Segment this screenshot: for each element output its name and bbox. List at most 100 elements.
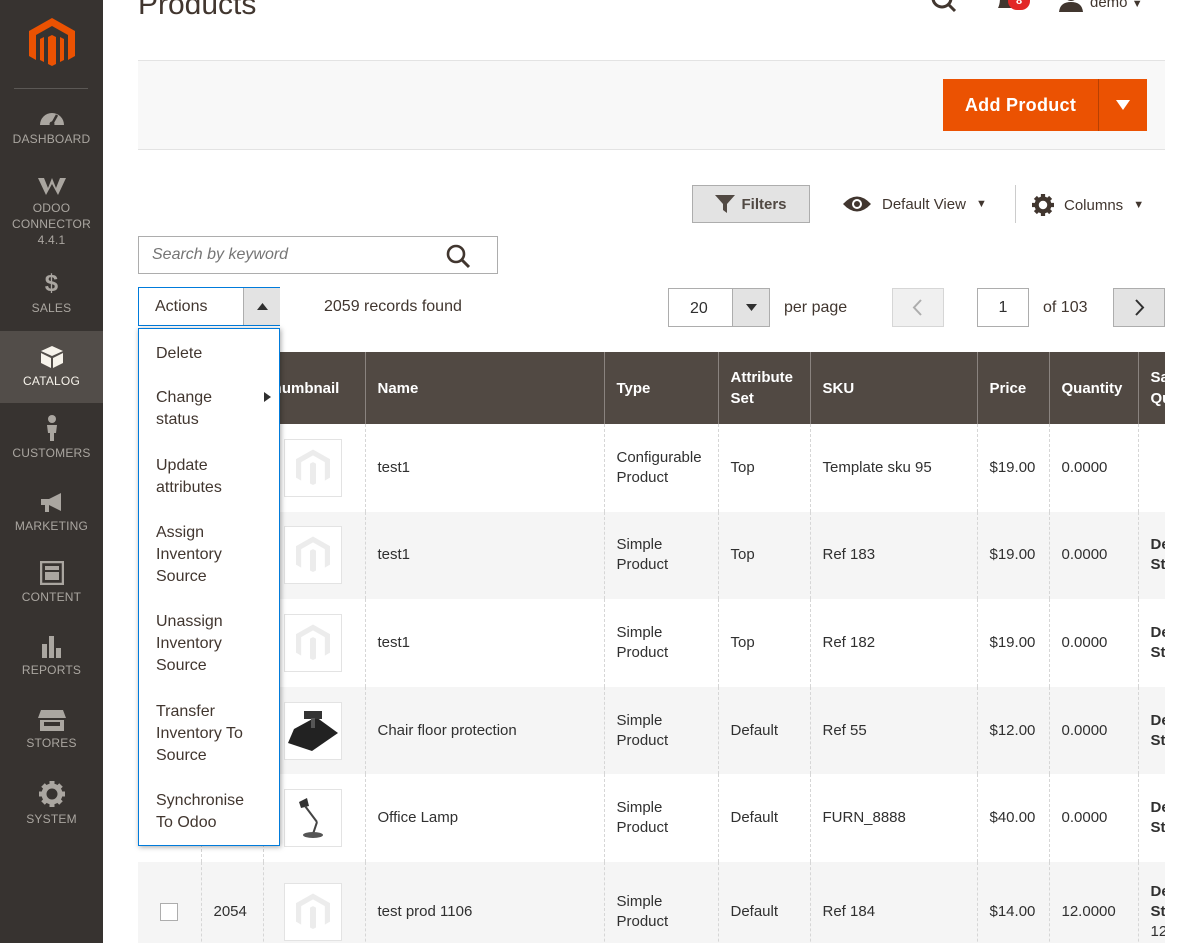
cell-quantity: 0.0000 (1049, 686, 1139, 775)
placeholder-image-icon (295, 536, 330, 573)
col-header-attribute-set[interactable]: Attribute Set (718, 352, 811, 424)
col-header-price[interactable]: Price (977, 352, 1050, 424)
cell-name: test1 (365, 599, 605, 687)
action-transfer-inventory-to-source[interactable]: Transfer Inventory To Source (156, 701, 271, 767)
add-product-button[interactable]: Add Product (943, 79, 1098, 131)
user-avatar-icon[interactable] (1058, 0, 1084, 12)
sidebar-item-label-line: 4.4.1 (37, 233, 66, 247)
action-label: To Odoo (156, 814, 217, 831)
table-row[interactable]: test1 Simple Product Top Ref 183 $19.00 0.0000… (138, 511, 1165, 600)
sidebar-item-customers[interactable]: CUSTOMERS (0, 415, 103, 461)
cell-name: Chair floor protection (365, 686, 605, 775)
placeholder-image-icon (295, 893, 330, 929)
table-row[interactable]: 2054 test prod 1106 Simple Product Default Re… (138, 861, 1166, 943)
chevron-down-icon: ▼ (1133, 199, 1145, 211)
table-row[interactable]: Chair floor protection Simple Product Defau… (138, 686, 1166, 775)
col-header-type[interactable]: Type (604, 352, 719, 424)
col-header-salable-quantity[interactable]: Sa Qu (1138, 352, 1165, 424)
current-page-input[interactable]: 1 (977, 288, 1029, 327)
cell-quantity: 0.0000 (1049, 511, 1139, 600)
product-thumbnail[interactable] (283, 882, 342, 941)
cell-sku: Ref 55 (810, 686, 978, 775)
sidebar-divider (14, 88, 88, 89)
col-header-sku[interactable]: SKU (810, 352, 978, 424)
salable-line: De (1150, 882, 1166, 900)
sidebar-item-catalog[interactable]: CATALOG (0, 331, 103, 403)
action-update-attributes[interactable]: Update attributes (156, 455, 271, 499)
mass-actions-select[interactable]: Actions (138, 287, 280, 326)
placeholder-image-icon (295, 624, 330, 660)
sidebar-item-marketing[interactable]: MARKETING (0, 492, 103, 534)
product-thumbnail[interactable] (283, 526, 342, 585)
action-label: attributes (156, 479, 222, 496)
type-line: Simple (616, 711, 663, 729)
user-menu[interactable]: demo ▼ (1090, 0, 1143, 11)
previous-page-button[interactable] (892, 288, 944, 327)
cell-price: $14.00 (977, 861, 1050, 943)
sidebar-item-sales[interactable]: $ SALES (0, 272, 103, 316)
megaphone-icon (40, 493, 61, 512)
odoo-icon (37, 178, 66, 195)
action-label: Synchronise (156, 792, 245, 809)
cell-attribute-set: Top (718, 599, 811, 687)
table-row[interactable]: test1 Simple Product Top Ref 182 $19.00 0.0000… (138, 599, 1165, 687)
notifications-count-badge[interactable]: 8 (1008, 0, 1030, 10)
cell-quantity: 0.0000 (1049, 774, 1139, 862)
product-thumbnail[interactable] (283, 613, 342, 672)
filters-button[interactable]: Filters (692, 185, 810, 223)
row-select-checkbox[interactable] (160, 902, 178, 921)
next-page-button[interactable] (1113, 288, 1165, 327)
action-synchronise-to-odoo[interactable]: Synchronise To Odoo (156, 790, 271, 834)
search-icon[interactable] (445, 243, 473, 269)
salable-line: De (1150, 711, 1166, 729)
keyword-search-input[interactable] (139, 237, 439, 273)
sidebar-item-reports[interactable]: REPORTS (0, 634, 103, 678)
chevron-down-icon: ▼ (975, 198, 987, 210)
cell-thumbnail[interactable] (263, 861, 366, 943)
table-row[interactable]: Office Lamp Simple Product Default FURN_8888… (138, 774, 1165, 862)
product-thumbnail[interactable] (283, 701, 342, 760)
mass-actions-toggle[interactable] (243, 288, 280, 325)
cell-salable-quantity: De St (1138, 599, 1165, 687)
action-delete[interactable]: Delete (156, 343, 271, 365)
sidebar-item-label: STORES (26, 736, 77, 750)
type-line: Simple (616, 536, 663, 554)
sidebar-item-system[interactable]: SYSTEM (0, 781, 103, 827)
col-header-name[interactable]: Name (365, 352, 605, 424)
action-change-status[interactable]: Change status (156, 387, 271, 431)
view-switcher[interactable]: Default View ▼ (842, 195, 987, 213)
product-thumbnail[interactable] (283, 438, 342, 497)
sidebar-item-label-line: CONNECTOR (12, 217, 91, 231)
cell-name: test1 (365, 511, 605, 600)
action-label: Inventory To (156, 725, 243, 742)
page-title: Products (138, 0, 257, 21)
type-line: Product (616, 468, 669, 486)
sidebar-item-content[interactable]: CONTENT (0, 561, 103, 605)
action-label: Inventory (156, 635, 222, 652)
global-search-icon[interactable] (930, 0, 958, 16)
action-label: Source (156, 568, 207, 585)
add-product-options-toggle[interactable] (1098, 79, 1147, 131)
sidebar-item-odoo-connector[interactable]: ODOO CONNECTOR 4.4.1 (0, 176, 103, 248)
per-page-toggle[interactable] (732, 289, 769, 326)
per-page-select[interactable]: 20 (668, 288, 770, 327)
view-label: Default View (882, 195, 966, 213)
product-thumbnail[interactable] (283, 789, 342, 848)
cell-sku: FURN_8888 (810, 774, 978, 862)
action-unassign-inventory-source[interactable]: Unassign Inventory Source (156, 611, 271, 677)
action-assign-inventory-source[interactable]: Assign Inventory Source (156, 522, 271, 588)
cell-salable-quantity: De St (1138, 511, 1165, 600)
cell-price: $12.00 (977, 686, 1050, 775)
columns-button[interactable]: Columns ▼ (1032, 194, 1144, 216)
type-line: Product (616, 819, 669, 837)
sidebar-item-label: CONTENT (21, 590, 82, 604)
sidebar-item-dashboard[interactable]: DASHBOARD (0, 107, 103, 147)
sidebar-item-stores[interactable]: STORES (0, 709, 103, 751)
col-header-quantity[interactable]: Quantity (1049, 352, 1139, 424)
per-page-label: per page (784, 299, 848, 316)
cell-select[interactable] (138, 861, 202, 943)
magento-logo-icon[interactable] (29, 18, 75, 68)
table-row[interactable]: test1 Configurable Product Top Template sku … (138, 424, 1165, 512)
chevron-left-icon (912, 299, 922, 316)
eye-icon (843, 196, 871, 212)
